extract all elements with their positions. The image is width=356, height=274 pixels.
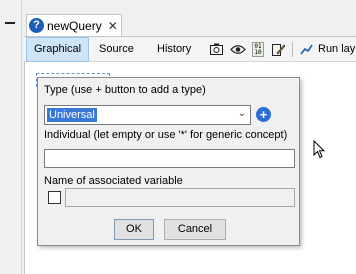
eye-icon[interactable] — [230, 43, 246, 56]
help-icon: ? — [29, 18, 44, 33]
chevron-down-icon[interactable]: ⌄ — [238, 108, 246, 119]
type-label: Type (use + button to add a type) — [44, 84, 206, 96]
binary-icon[interactable]: 01 10 — [252, 42, 264, 57]
mouse-cursor-icon — [313, 140, 326, 159]
concept-dialog: Type (use + button to add a type) Univer… — [37, 77, 300, 246]
add-type-button[interactable]: + — [256, 107, 271, 122]
camera-icon[interactable] — [210, 43, 223, 56]
collapse-icon[interactable] — [5, 22, 15, 24]
tab-newquery[interactable]: ? newQuery ✕ — [26, 14, 122, 36]
close-icon[interactable]: ✕ — [108, 19, 118, 33]
tab-history[interactable]: History — [150, 37, 198, 62]
tab-source[interactable]: Source — [92, 37, 141, 62]
variable-name-field[interactable] — [65, 188, 295, 207]
individual-field[interactable] — [44, 149, 295, 168]
tab-graphical[interactable]: Graphical — [26, 37, 90, 62]
cancel-button[interactable]: Cancel — [164, 219, 226, 240]
edit-icon[interactable] — [272, 43, 285, 56]
view-toolbar: Graphical Source History 01 10 Run lay — [24, 36, 356, 62]
variable-checkbox[interactable] — [48, 191, 61, 204]
run-layout-button[interactable]: Run lay — [318, 37, 355, 62]
ok-button[interactable]: OK — [114, 219, 154, 240]
toolbar-separator — [292, 42, 293, 57]
type-value: Universal — [47, 108, 97, 122]
left-panel-strip — [0, 0, 22, 274]
type-combobox[interactable]: Universal ⌄ — [44, 105, 251, 125]
individual-label: Individual (let empty or use '*' for gen… — [44, 129, 288, 141]
variable-label: Name of associated variable — [44, 175, 183, 187]
tab-title: newQuery — [47, 18, 102, 33]
run-layout-icon[interactable] — [300, 43, 313, 56]
